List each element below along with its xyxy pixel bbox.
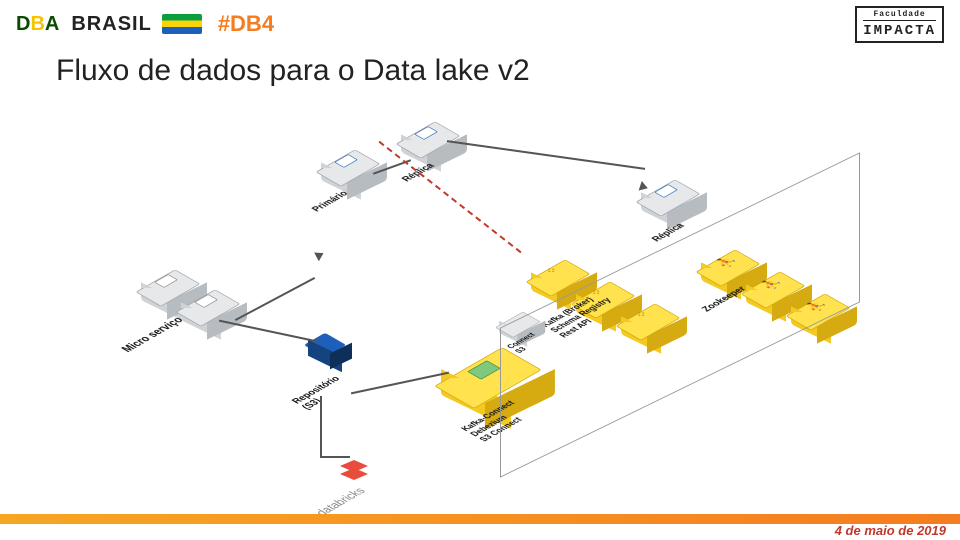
people-icon: ⛹ <box>802 298 830 314</box>
impacta-text: IMPACTA <box>863 23 936 39</box>
zookeeper-box-3: ⛹ <box>790 294 846 334</box>
impacta-sub: Faculdade <box>863 10 936 21</box>
primario-label: Primário <box>310 190 352 214</box>
line-replica1-replica2 <box>447 140 645 170</box>
line-s3-databricks-h <box>320 456 350 458</box>
diagram: Micro serviço Primário Réplica Réplica ⛹… <box>0 100 960 500</box>
microservice-icon <box>154 274 178 288</box>
people-icon: ⛹ <box>712 254 740 270</box>
microservice-box-2 <box>180 290 236 330</box>
kafka-broker-box-3: ⁘ <box>620 304 676 344</box>
cluster-icon: ⁘ <box>632 309 652 321</box>
replica2-label: Réplica <box>650 222 688 244</box>
impacta-logo: Faculdade IMPACTA <box>855 6 944 43</box>
db4-tag: #DB4 <box>218 11 274 37</box>
primario-box <box>320 150 376 190</box>
dba-logo: DBA <box>16 13 59 36</box>
connect-icon <box>467 360 501 379</box>
microservice-label: Micro serviço <box>120 316 187 355</box>
postgres-icon <box>334 154 358 168</box>
line-s3-databricks-v <box>320 396 322 456</box>
logo-left: DBA BRASIL #DB4 <box>16 11 274 37</box>
footer-bar <box>0 514 960 524</box>
brazil-flag-icon <box>162 14 202 34</box>
kafka-connect-box <box>440 350 536 410</box>
arrow-micro-primario <box>314 249 326 262</box>
footer-date: 4 de maio de 2019 <box>835 523 946 538</box>
line-connect-s3 <box>351 372 449 395</box>
postgres-icon <box>654 184 678 198</box>
databricks-icon <box>340 460 368 480</box>
cluster-icon: ⁘ <box>542 265 562 277</box>
people-icon: ⛹ <box>757 276 785 292</box>
microservice-icon <box>194 294 218 308</box>
postgres-icon <box>414 126 438 140</box>
header: DBA BRASIL #DB4 Faculdade IMPACTA <box>0 6 960 42</box>
line-micro-s3 <box>219 320 317 343</box>
brasil-text: BRASIL <box>71 13 151 36</box>
line-micro-primario <box>235 277 315 321</box>
page-title: Fluxo de dados para o Data lake v2 <box>56 54 530 88</box>
